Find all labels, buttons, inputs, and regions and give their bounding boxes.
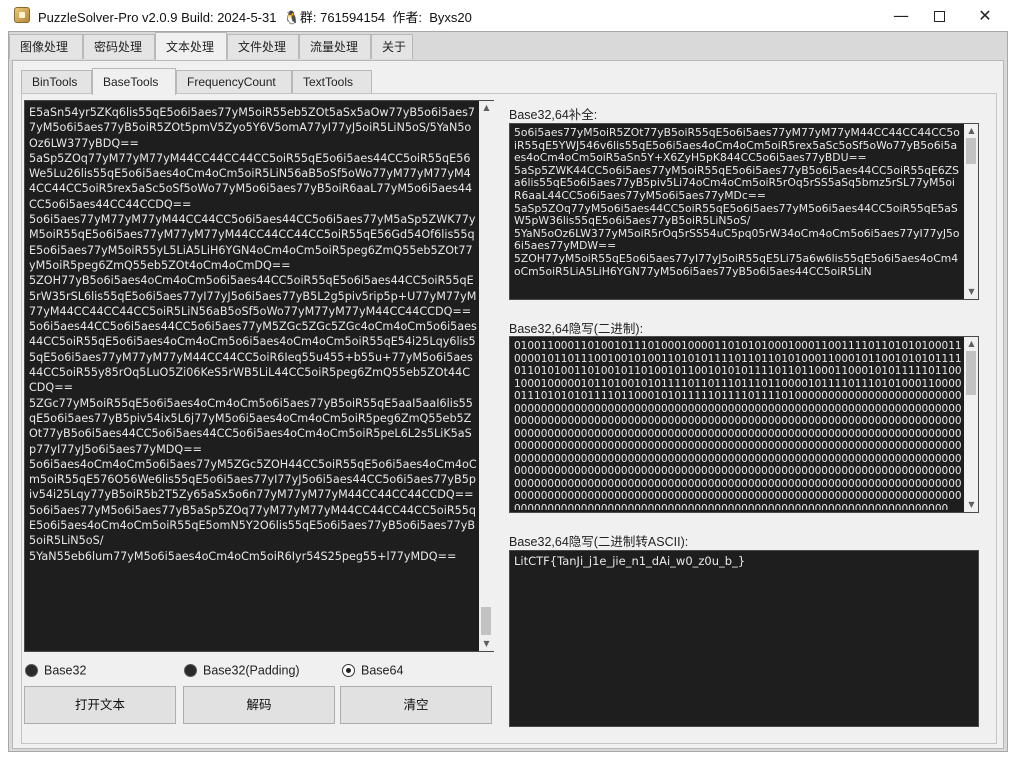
main-tab-bar: 图像处理 密码处理 文本处理 文件处理 流量处理 关于 (9, 32, 1007, 60)
input-scrollbar[interactable]: ▲ ▼ (479, 101, 494, 651)
tab-about[interactable]: 关于 (371, 34, 413, 59)
text-tab-panel: BinTools BaseTools FrequencyCount TextTo… (12, 60, 1004, 749)
open-text-button[interactable]: 打开文本 (24, 686, 176, 724)
input-textarea[interactable]: E5aSn54yr5ZKq6lis55qE5o6i5aes77yM5oiR55e… (24, 100, 494, 652)
close-button[interactable]: ✕ (962, 0, 1008, 31)
scroll-up-icon[interactable]: ▲ (964, 337, 978, 351)
radio-base64[interactable]: Base64 (342, 663, 403, 681)
scroll-thumb[interactable] (966, 138, 976, 164)
ascii-textarea[interactable]: LitCTF{TanJi_j1e_jie_n1_dAi_w0_z0u_b_} (509, 550, 979, 727)
padding-text: 5o6i5aes77yM5oiR5ZOt77yB5oiR55qE5o6i5aes… (514, 127, 960, 278)
maximize-icon (933, 11, 945, 22)
scroll-thumb[interactable] (966, 351, 976, 395)
title-bar: PuzzleSolver-Pro v2.0.9 Build: 2024-5-31… (0, 0, 1016, 31)
main-frame: 图像处理 密码处理 文本处理 文件处理 流量处理 关于 BinTools Bas… (8, 31, 1008, 752)
tab-crypto[interactable]: 密码处理 (83, 34, 155, 59)
tab-image[interactable]: 图像处理 (9, 34, 83, 59)
basetools-panel: E5aSn54yr5ZKq6lis55qE5o6i5aes77yM5oiR55e… (21, 93, 997, 744)
scroll-up-icon[interactable]: ▲ (479, 101, 494, 115)
bin-label: Base32,64隐写(二进制): (509, 322, 644, 336)
padding-scrollbar[interactable]: ▲ ▼ (964, 124, 978, 299)
window-title: PuzzleSolver-Pro v2.0.9 Build: 2024-5-31… (38, 10, 472, 25)
tab-file[interactable]: 文件处理 (227, 34, 299, 59)
scroll-up-icon[interactable]: ▲ (964, 124, 978, 138)
padding-textarea[interactable]: 5o6i5aes77yM5oiR5ZOt77yB5oiR55qE5o6i5aes… (509, 123, 979, 300)
radio-circle-icon (25, 664, 38, 678)
tab-text[interactable]: 文本处理 (155, 32, 227, 60)
bin-text: 0100110001101001011101000100001101010100… (514, 340, 962, 510)
padding-label: Base32,64补全: (509, 108, 598, 122)
scroll-down-icon[interactable]: ▼ (964, 498, 978, 512)
radio-base32[interactable]: Base32 (25, 663, 86, 681)
bin-scrollbar[interactable]: ▲ ▼ (964, 337, 978, 512)
subtab-frequencycount[interactable]: FrequencyCount (176, 70, 292, 94)
radio-circle-icon (184, 664, 197, 678)
scroll-down-icon[interactable]: ▼ (479, 637, 494, 651)
maximize-button[interactable] (916, 0, 962, 31)
scroll-down-icon[interactable]: ▼ (964, 285, 978, 299)
decode-button[interactable]: 解码 (183, 686, 335, 724)
bin-textarea[interactable]: 0100110001101001011101000100001101010100… (509, 336, 979, 513)
subtab-texttools[interactable]: TextTools (292, 70, 372, 94)
app-icon (14, 7, 30, 23)
clear-button[interactable]: 清空 (340, 686, 492, 724)
radio-selected-icon (342, 664, 355, 678)
radio-base32-padding[interactable]: Base32(Padding) (184, 663, 300, 681)
subtab-bintools[interactable]: BinTools (21, 70, 92, 94)
ascii-text: LitCTF{TanJi_j1e_jie_n1_dAi_w0_z0u_b_} (514, 554, 746, 568)
scroll-thumb[interactable] (481, 607, 491, 635)
ascii-label: Base32,64隐写(二进制转ASCII): (509, 535, 689, 549)
input-text: E5aSn54yr5ZKq6lis55qE5o6i5aes77yM5oiR55e… (29, 106, 477, 563)
tab-traffic[interactable]: 流量处理 (299, 34, 371, 59)
subtab-basetools[interactable]: BaseTools (92, 68, 176, 95)
